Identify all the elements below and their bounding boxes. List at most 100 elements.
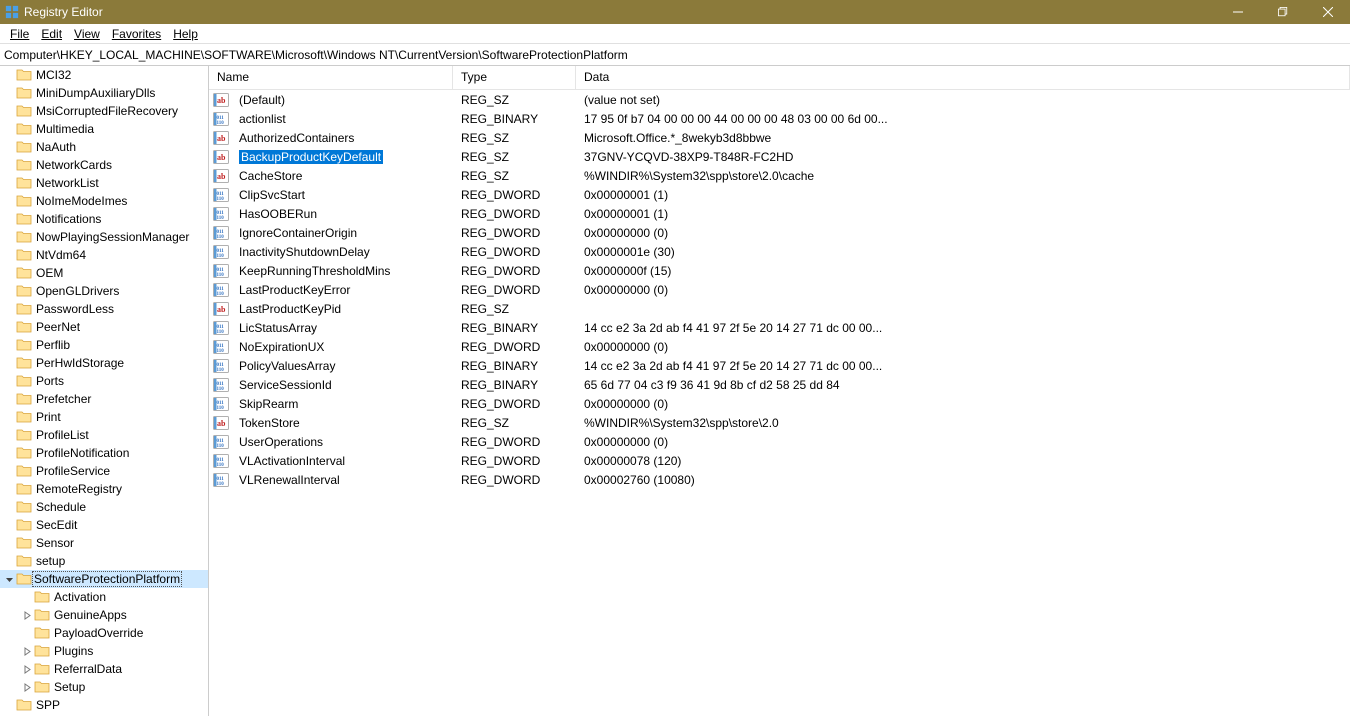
value-name: PolicyValuesArray	[231, 359, 453, 373]
tree-pane[interactable]: MCI32 MiniDumpAuxiliaryDllsMsiCorruptedFi…	[0, 66, 209, 716]
value-name: CacheStore	[231, 169, 453, 183]
registry-value-row[interactable]: SkipRearmREG_DWORD0x00000000 (0)	[209, 394, 1350, 413]
registry-value-row[interactable]: NoExpirationUXREG_DWORD0x00000000 (0)	[209, 337, 1350, 356]
minimize-button[interactable]	[1215, 0, 1260, 24]
tree-item[interactable]: NaAuth	[0, 138, 208, 156]
value-data: 0x00000000 (0)	[576, 397, 1350, 411]
registry-value-row[interactable]: InactivityShutdownDelayREG_DWORD0x000000…	[209, 242, 1350, 261]
tree-item[interactable]: PasswordLess	[0, 300, 208, 318]
tree-item[interactable]: Schedule	[0, 498, 208, 516]
tree-item[interactable]: Perflib	[0, 336, 208, 354]
tree-item[interactable]: Prefetcher	[0, 390, 208, 408]
value-data: 17 95 0f b7 04 00 00 00 44 00 00 00 48 0…	[576, 112, 1350, 126]
tree-item-label: Prefetcher	[34, 392, 93, 406]
tree-item[interactable]: ProfileService	[0, 462, 208, 480]
list-pane[interactable]: Name Type Data (Default)REG_SZ(value not…	[209, 66, 1350, 716]
tree-item[interactable]: Sensor	[0, 534, 208, 552]
value-data: 0x00000000 (0)	[576, 283, 1350, 297]
chevron-right-icon[interactable]	[20, 611, 34, 620]
tree-item[interactable]: SPP	[0, 696, 208, 714]
menu-favorites[interactable]: Favorites	[106, 25, 167, 43]
tree-item[interactable]: PayloadOverride	[18, 624, 208, 642]
tree-item[interactable]: NowPlayingSessionManager	[0, 228, 208, 246]
column-data-header[interactable]: Data	[576, 66, 1350, 89]
tree-item[interactable]: PeerNet	[0, 318, 208, 336]
tree-item[interactable]: GenuineApps	[18, 606, 208, 624]
tree-item[interactable]: OpenGLDrivers	[0, 282, 208, 300]
tree-item[interactable]: NoImeModeImes	[0, 192, 208, 210]
tree-item-label: PerHwIdStorage	[34, 356, 126, 370]
tree-item[interactable]: Notifications	[0, 210, 208, 228]
registry-value-row[interactable]: BackupProductKeyDefaultREG_SZ37GNV-YCQVD…	[209, 147, 1350, 166]
value-name: LastProductKeyError	[231, 283, 453, 297]
registry-value-row[interactable]: actionlistREG_BINARY17 95 0f b7 04 00 00…	[209, 109, 1350, 128]
column-name-header[interactable]: Name	[209, 66, 453, 89]
registry-value-row[interactable]: IgnoreContainerOriginREG_DWORD0x00000000…	[209, 223, 1350, 242]
workspace: MCI32 MiniDumpAuxiliaryDllsMsiCorruptedFi…	[0, 66, 1350, 716]
value-name: AuthorizedContainers	[231, 131, 453, 145]
tree-item[interactable]: MCI32	[0, 66, 208, 84]
registry-value-row[interactable]: UserOperationsREG_DWORD0x00000000 (0)	[209, 432, 1350, 451]
binary-value-icon	[213, 206, 229, 222]
tree-item[interactable]: Plugins	[18, 642, 208, 660]
folder-icon	[16, 139, 32, 155]
value-data: 0x00000000 (0)	[576, 435, 1350, 449]
value-data: 0x00000000 (0)	[576, 226, 1350, 240]
tree-item-label: SoftwareProtectionPlatform	[32, 571, 182, 587]
tree-item[interactable]: NetworkList	[0, 174, 208, 192]
maximize-button[interactable]	[1260, 0, 1305, 24]
registry-value-row[interactable]: ServiceSessionIdREG_BINARY65 6d 77 04 c3…	[209, 375, 1350, 394]
tree-item[interactable]: NetworkCards	[0, 156, 208, 174]
chevron-right-icon[interactable]	[20, 665, 34, 674]
registry-value-row[interactable]: KeepRunningThresholdMinsREG_DWORD0x00000…	[209, 261, 1350, 280]
registry-value-row[interactable]: AuthorizedContainersREG_SZMicrosoft.Offi…	[209, 128, 1350, 147]
registry-value-row[interactable]: LastProductKeyErrorREG_DWORD0x00000000 (…	[209, 280, 1350, 299]
tree-item[interactable]: setup	[0, 552, 208, 570]
registry-value-row[interactable]: PolicyValuesArrayREG_BINARY14 cc e2 3a 2…	[209, 356, 1350, 375]
value-type: REG_SZ	[453, 131, 576, 145]
tree-item[interactable]: ReferralData	[18, 660, 208, 678]
value-data: (value not set)	[576, 93, 1350, 107]
tree-item[interactable]: OEM	[0, 264, 208, 282]
close-button[interactable]	[1305, 0, 1350, 24]
chevron-right-icon[interactable]	[20, 683, 34, 692]
registry-value-row[interactable]: VLRenewalIntervalREG_DWORD0x00002760 (10…	[209, 470, 1350, 489]
tree-item[interactable]: Setup	[18, 678, 208, 696]
folder-icon	[16, 247, 32, 263]
registry-value-row[interactable]: LastProductKeyPidREG_SZ	[209, 299, 1350, 318]
menu-file[interactable]: File	[4, 25, 35, 43]
value-name: NoExpirationUX	[231, 340, 453, 354]
menu-view[interactable]: View	[68, 25, 106, 43]
tree-item[interactable]: RemoteRegistry	[0, 480, 208, 498]
registry-value-row[interactable]: VLActivationIntervalREG_DWORD0x00000078 …	[209, 451, 1350, 470]
registry-value-row[interactable]: HasOOBERunREG_DWORD0x00000001 (1)	[209, 204, 1350, 223]
chevron-right-icon[interactable]	[20, 647, 34, 656]
tree-item[interactable]: Activation	[18, 588, 208, 606]
address-bar[interactable]: Computer\HKEY_LOCAL_MACHINE\SOFTWARE\Mic…	[0, 44, 1350, 66]
tree-item[interactable]: PerHwIdStorage	[0, 354, 208, 372]
tree-item-label: MCI32	[34, 68, 73, 82]
tree-item[interactable]: ProfileNotification	[0, 444, 208, 462]
tree-item[interactable]: ProfileList	[0, 426, 208, 444]
folder-icon	[34, 679, 50, 695]
registry-value-row[interactable]: ClipSvcStartREG_DWORD0x00000001 (1)	[209, 185, 1350, 204]
chevron-down-icon[interactable]	[2, 575, 16, 584]
registry-value-row[interactable]: LicStatusArrayREG_BINARY14 cc e2 3a 2d a…	[209, 318, 1350, 337]
tree-item[interactable]: MsiCorruptedFileRecovery	[0, 102, 208, 120]
value-type: REG_DWORD	[453, 340, 576, 354]
column-type-header[interactable]: Type	[453, 66, 576, 89]
menu-edit[interactable]: Edit	[35, 25, 68, 43]
registry-value-row[interactable]: CacheStoreREG_SZ%WINDIR%\System32\spp\st…	[209, 166, 1350, 185]
value-data: 0x00000000 (0)	[576, 340, 1350, 354]
registry-value-row[interactable]: (Default)REG_SZ(value not set)	[209, 90, 1350, 109]
tree-item[interactable]: Multimedia	[0, 120, 208, 138]
tree-item[interactable]: MiniDumpAuxiliaryDlls	[0, 84, 208, 102]
tree-item[interactable]: Print	[0, 408, 208, 426]
registry-value-row[interactable]: TokenStoreREG_SZ%WINDIR%\System32\spp\st…	[209, 413, 1350, 432]
tree-item[interactable]: NtVdm64	[0, 246, 208, 264]
tree-item[interactable]: SoftwareProtectionPlatform	[0, 570, 208, 588]
tree-item[interactable]: SecEdit	[0, 516, 208, 534]
tree-item[interactable]: Ports	[0, 372, 208, 390]
menu-help[interactable]: Help	[167, 25, 204, 43]
tree-item-label: Print	[34, 410, 63, 424]
